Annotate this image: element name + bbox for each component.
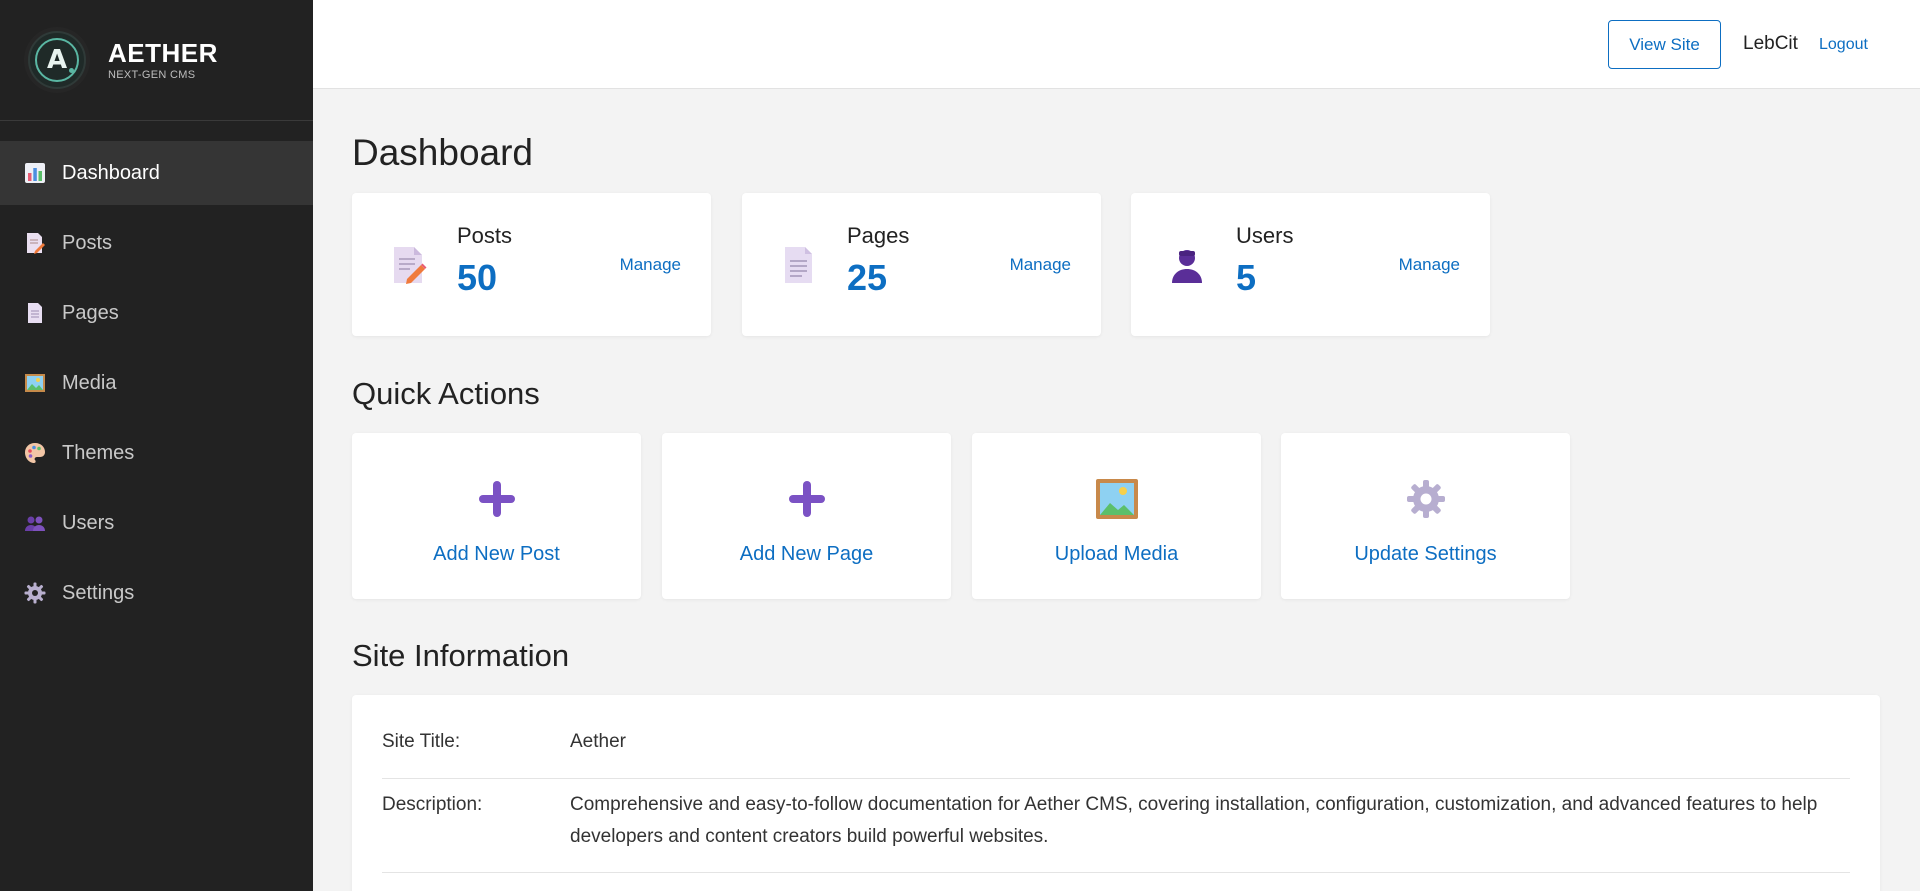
sidebar-item-label: Themes xyxy=(62,441,135,464)
site-info-title: Site Information xyxy=(352,638,570,673)
stat-label: Users xyxy=(1236,223,1294,248)
brand-logo: A xyxy=(28,31,86,89)
quick-actions-title: Quick Actions xyxy=(352,376,540,411)
bar-chart-icon xyxy=(24,162,46,184)
sidebar-item-settings[interactable]: Settings xyxy=(0,561,313,625)
sidebar-item-pages[interactable]: Pages xyxy=(0,281,313,345)
action-label: Upload Media xyxy=(1054,543,1179,565)
stat-label: Pages xyxy=(847,223,910,248)
memo-icon xyxy=(388,245,428,285)
sidebar-item-label: Pages xyxy=(62,301,119,324)
manage-users-link[interactable]: Manage xyxy=(1399,255,1460,275)
brand-text: AETHER NEXT-GEN CMS xyxy=(108,39,218,81)
page-title: Dashboard xyxy=(352,132,534,173)
sidebar-item-label: Settings xyxy=(62,581,135,604)
info-value: Aether xyxy=(570,731,626,752)
site-info-card: Site Title: Aether Description: Comprehe… xyxy=(352,695,1880,891)
add-new-post-button[interactable]: Add New Post xyxy=(352,433,641,599)
logout-link[interactable]: Logout xyxy=(1819,36,1868,54)
palette-icon xyxy=(24,442,46,464)
info-row-description: Description: Comprehensive and easy-to-f… xyxy=(382,794,1850,873)
info-key: Site Title: xyxy=(382,731,461,752)
stat-value: 25 xyxy=(847,257,888,298)
picture-icon xyxy=(1095,477,1139,521)
info-value: Comprehensive and easy-to-follow documen… xyxy=(570,794,1818,847)
gear-icon xyxy=(24,582,46,604)
sidebar-item-themes[interactable]: Themes xyxy=(0,421,313,485)
sidebar-item-label: Posts xyxy=(62,231,113,254)
brand-name: AETHER xyxy=(108,38,218,68)
users-icon xyxy=(24,512,46,534)
brand[interactable]: A AETHER NEXT-GEN CMS xyxy=(0,0,313,121)
sidebar-item-media[interactable]: Media xyxy=(0,351,313,415)
sidebar-item-label: Dashboard xyxy=(62,161,160,184)
action-label: Add New Post xyxy=(433,543,560,565)
sidebar-item-users[interactable]: Users xyxy=(0,491,313,555)
stat-value: 50 xyxy=(457,257,498,298)
upload-media-button[interactable]: Upload Media xyxy=(972,433,1261,599)
plus-icon xyxy=(475,477,519,521)
page-icon xyxy=(24,302,46,324)
manage-posts-link[interactable]: Manage xyxy=(620,255,681,275)
update-settings-button[interactable]: Update Settings xyxy=(1281,433,1570,599)
sidebar-item-posts[interactable]: Posts xyxy=(0,211,313,275)
user-silhouette-icon xyxy=(1167,245,1207,285)
page-icon xyxy=(778,245,818,285)
action-label: Add New Page xyxy=(739,543,874,565)
stat-card-users: Users 5 Manage xyxy=(1131,193,1490,336)
sidebar-item-label: Media xyxy=(62,371,117,394)
sidebar-item-dashboard[interactable]: Dashboard xyxy=(0,141,313,205)
brand-tagline: NEXT-GEN CMS xyxy=(108,69,196,81)
sidebar: A AETHER NEXT-GEN CMS Dashboard Posts Pa… xyxy=(0,0,313,891)
username: LebCit xyxy=(1743,33,1798,54)
picture-icon xyxy=(24,372,46,394)
logo-dot xyxy=(69,68,74,73)
memo-icon xyxy=(24,232,46,254)
info-key: Description: xyxy=(382,794,483,815)
add-new-page-button[interactable]: Add New Page xyxy=(662,433,951,599)
topbar: View Site LebCit Logout xyxy=(313,0,1920,89)
sidebar-nav: Dashboard Posts Pages Media Themes Users… xyxy=(0,141,313,625)
action-label: Update Settings xyxy=(1354,543,1497,565)
logo-letter: A xyxy=(35,38,79,82)
view-site-button[interactable]: View Site xyxy=(1608,20,1721,69)
stat-label: Posts xyxy=(457,223,513,248)
stat-value: 5 xyxy=(1236,257,1257,298)
stat-card-posts: Posts 50 Manage xyxy=(352,193,711,336)
manage-pages-link[interactable]: Manage xyxy=(1010,255,1071,275)
info-row-site-title: Site Title: Aether xyxy=(382,731,1850,779)
sidebar-item-label: Users xyxy=(62,511,115,534)
gear-icon xyxy=(1404,477,1448,521)
stat-card-pages: Pages 25 Manage xyxy=(742,193,1101,336)
plus-icon xyxy=(785,477,829,521)
